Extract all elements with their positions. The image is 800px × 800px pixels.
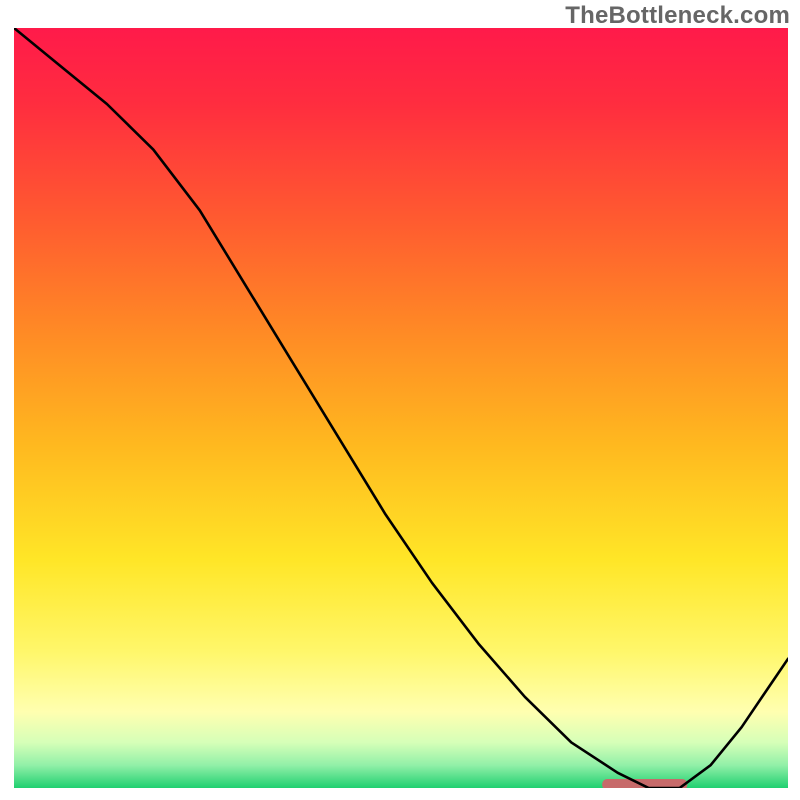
chart-svg xyxy=(14,28,788,788)
gradient-background xyxy=(14,28,788,788)
plot-area xyxy=(14,28,788,788)
watermark-text: TheBottleneck.com xyxy=(565,2,790,30)
chart-container: TheBottleneck.com xyxy=(0,0,800,800)
